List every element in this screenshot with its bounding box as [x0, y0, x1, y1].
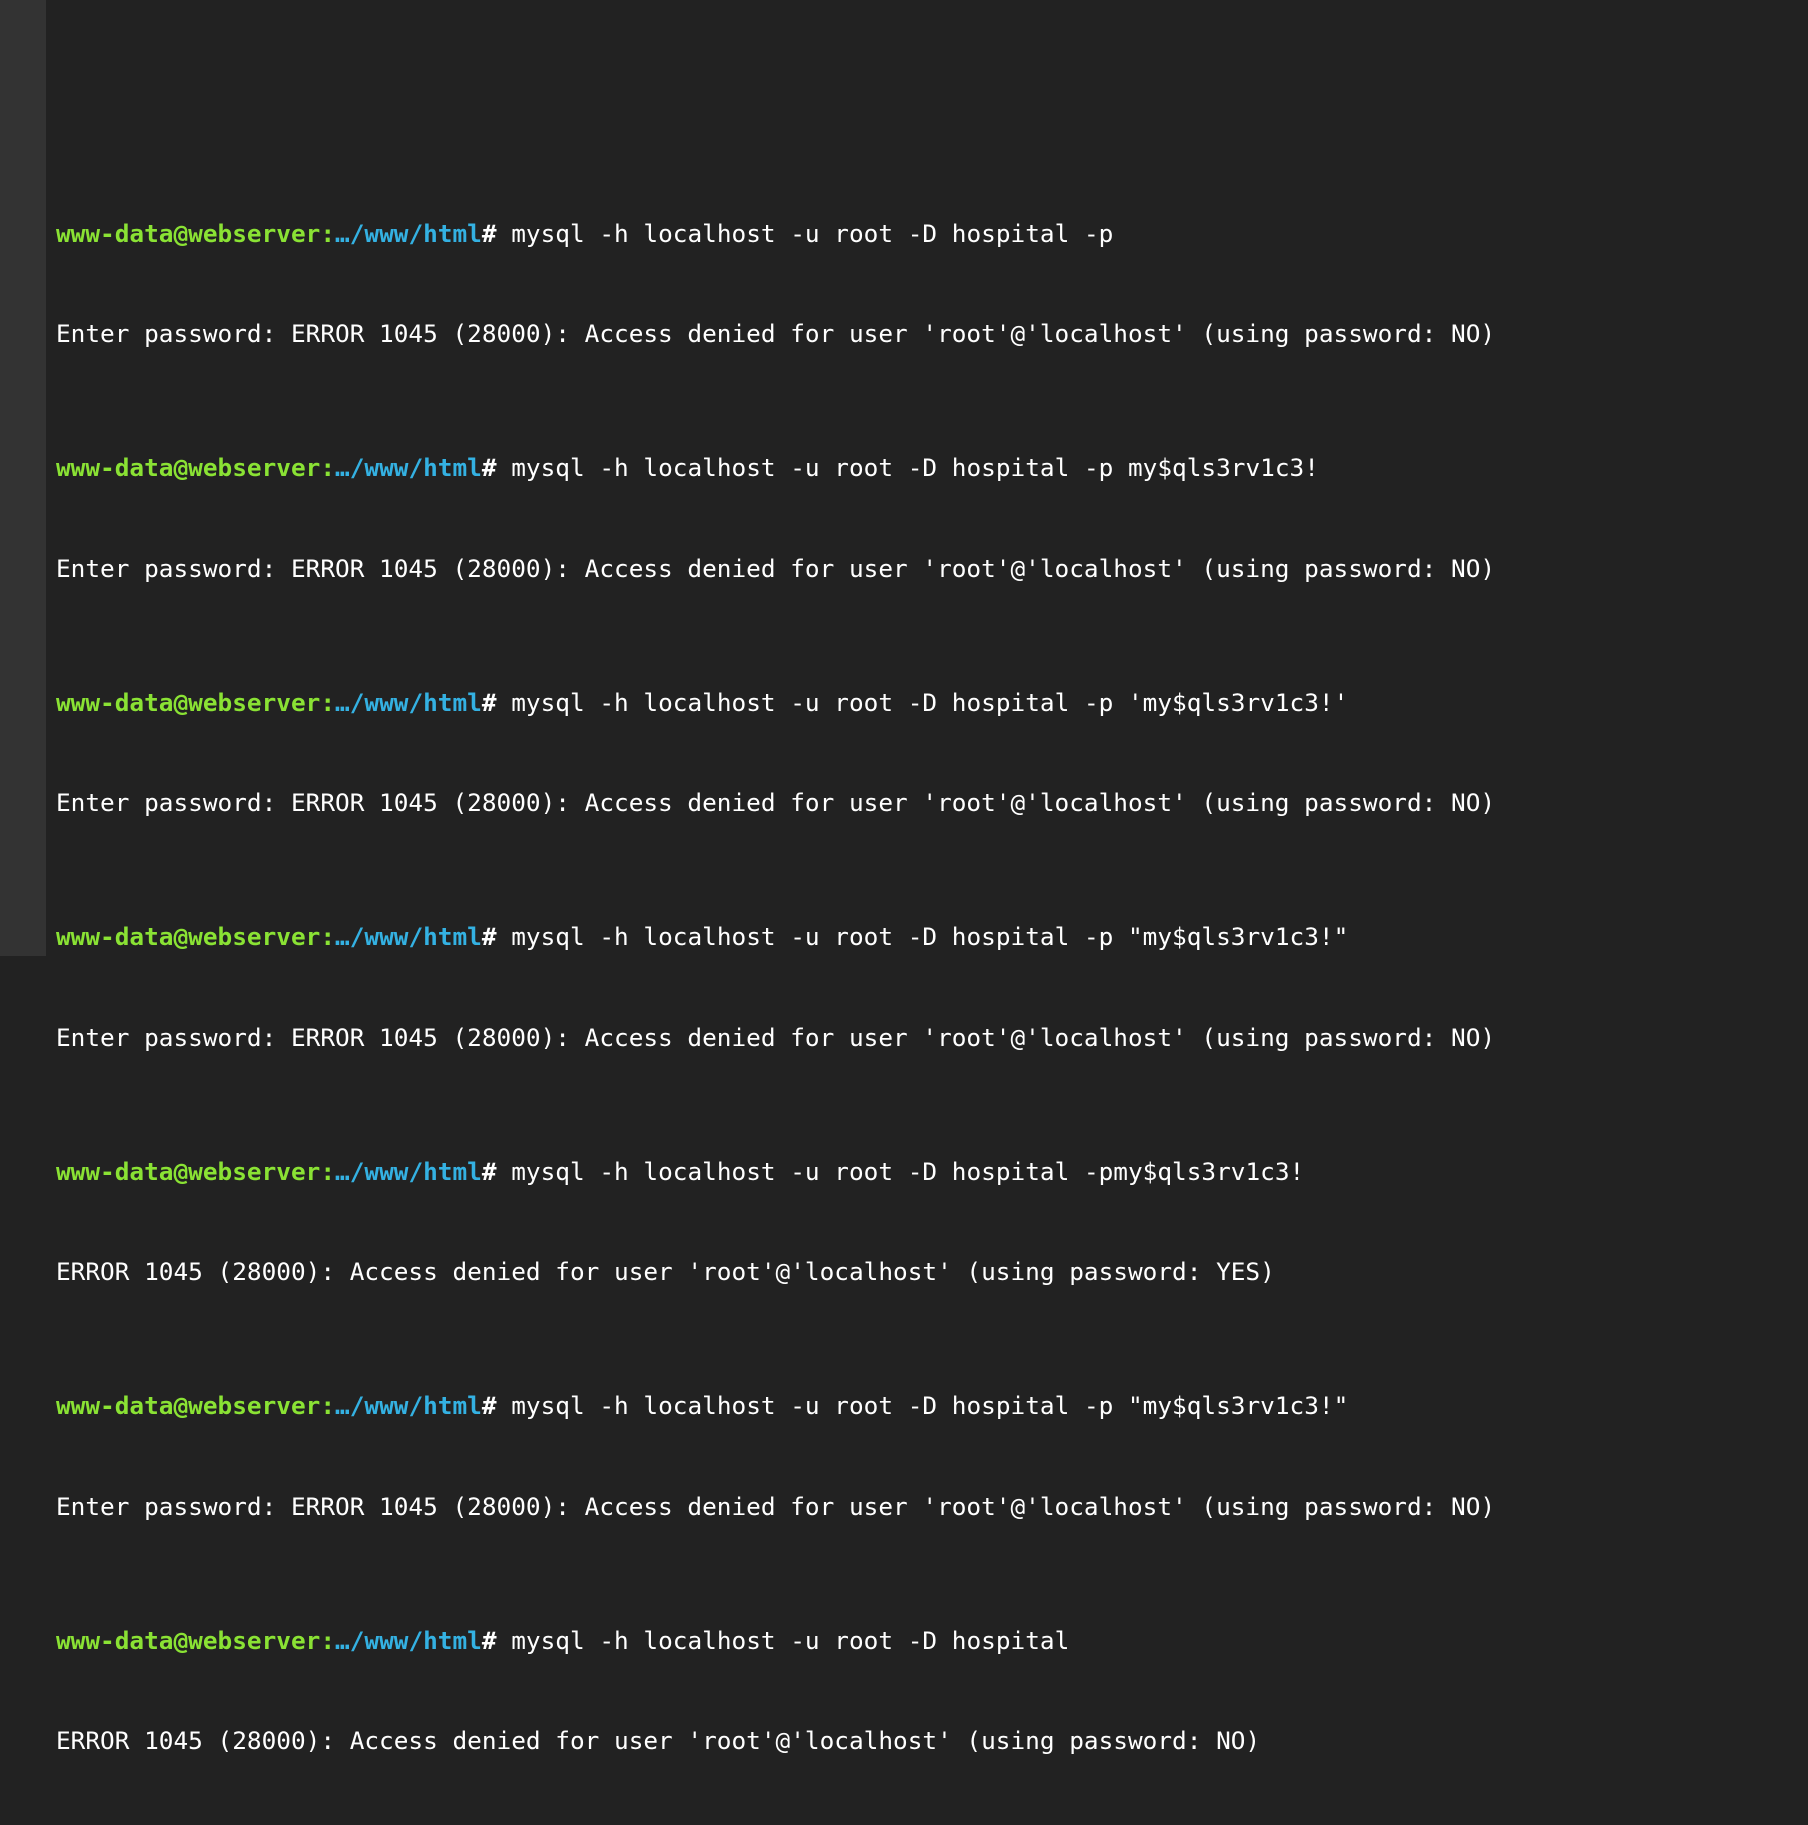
- terminal-entry: www-data@webserver:…/www/html# mysql -h …: [56, 1088, 1808, 1287]
- prompt-user: www-data@webserver:: [56, 218, 336, 248]
- prompt-user: www-data@webserver:: [56, 1625, 336, 1655]
- prompt-user: www-data@webserver:: [56, 1156, 336, 1186]
- command-line: www-data@webserver:…/www/html# mysql -h …: [56, 920, 1808, 954]
- command-output: ERROR 1045 (28000): Access denied for us…: [56, 1257, 1275, 1286]
- terminal-output[interactable]: www-data@webserver:…/www/html# mysql -h …: [56, 49, 1808, 1791]
- command-line: www-data@webserver:…/www/html# mysql -h …: [56, 1389, 1808, 1423]
- terminal-entry: www-data@webserver:…/www/html# mysql -h …: [56, 150, 1808, 349]
- prompt-path: …/www/html: [335, 218, 482, 248]
- terminal-entry: www-data@webserver:…/www/html# mysql -h …: [56, 1322, 1808, 1521]
- prompt-symbol: #: [481, 218, 497, 248]
- command-line: www-data@webserver:…/www/html# mysql -h …: [56, 217, 1808, 251]
- prompt-symbol: #: [481, 922, 497, 951]
- left-gutter: [0, 0, 46, 956]
- terminal-entry: www-data@webserver:…/www/html# mysql -h …: [56, 384, 1808, 583]
- prompt-symbol: #: [481, 1391, 497, 1420]
- command-line: www-data@webserver:…/www/html# mysql -h …: [56, 1624, 1808, 1658]
- prompt-user: www-data@webserver:: [56, 1391, 336, 1420]
- command-text: mysql -h localhost -u root -D hospital -…: [496, 218, 1114, 248]
- prompt-user: www-data@webserver:: [56, 687, 336, 717]
- command-output: Enter password: ERROR 1045 (28000): Acce…: [56, 553, 1496, 583]
- prompt-user: www-data@webserver:: [56, 922, 336, 951]
- command-output: Enter password: ERROR 1045 (28000): Acce…: [56, 788, 1496, 817]
- prompt-symbol: #: [481, 1156, 497, 1186]
- prompt-path: …/www/html: [335, 922, 482, 951]
- command-text: mysql -h localhost -u root -D hospital -…: [496, 687, 1349, 717]
- prompt-path: …/www/html: [335, 1625, 482, 1655]
- prompt-path: …/www/html: [335, 453, 482, 482]
- command-output: Enter password: ERROR 1045 (28000): Acce…: [56, 1022, 1496, 1052]
- prompt-user: www-data@webserver:: [56, 453, 336, 482]
- terminal-entry: www-data@webserver:…/www/html# mysql -h …: [56, 1557, 1808, 1756]
- command-line: www-data@webserver:…/www/html# mysql -h …: [56, 451, 1808, 485]
- prompt-symbol: #: [481, 453, 497, 482]
- terminal-entry: www-data@webserver:…/www/html# mysql -h …: [56, 619, 1808, 818]
- command-output: Enter password: ERROR 1045 (28000): Acce…: [56, 1491, 1496, 1521]
- prompt-symbol: #: [481, 1625, 497, 1655]
- command-text: mysql -h localhost -u root -D hospital -…: [496, 1156, 1305, 1186]
- command-output: ERROR 1045 (28000): Access denied for us…: [56, 1726, 1261, 1755]
- terminal-window[interactable]: www-data@webserver:…/www/html# mysql -h …: [0, 0, 1808, 1755]
- terminal-entry: www-data@webserver:…/www/html# mysql -h …: [56, 853, 1808, 1052]
- command-text: mysql -h localhost -u root -D hospital -…: [496, 453, 1319, 482]
- prompt-symbol: #: [481, 687, 497, 717]
- command-output: Enter password: ERROR 1045 (28000): Acce…: [56, 319, 1496, 348]
- command-line: www-data@webserver:…/www/html# mysql -h …: [56, 1155, 1808, 1189]
- command-text: mysql -h localhost -u root -D hospital -…: [496, 1391, 1349, 1420]
- prompt-path: …/www/html: [335, 687, 482, 717]
- command-text: mysql -h localhost -u root -D hospital: [496, 1625, 1070, 1655]
- prompt-path: …/www/html: [335, 1156, 482, 1186]
- command-text: mysql -h localhost -u root -D hospital -…: [496, 922, 1349, 951]
- prompt-path: …/www/html: [335, 1391, 482, 1420]
- command-line: www-data@webserver:…/www/html# mysql -h …: [56, 686, 1808, 720]
